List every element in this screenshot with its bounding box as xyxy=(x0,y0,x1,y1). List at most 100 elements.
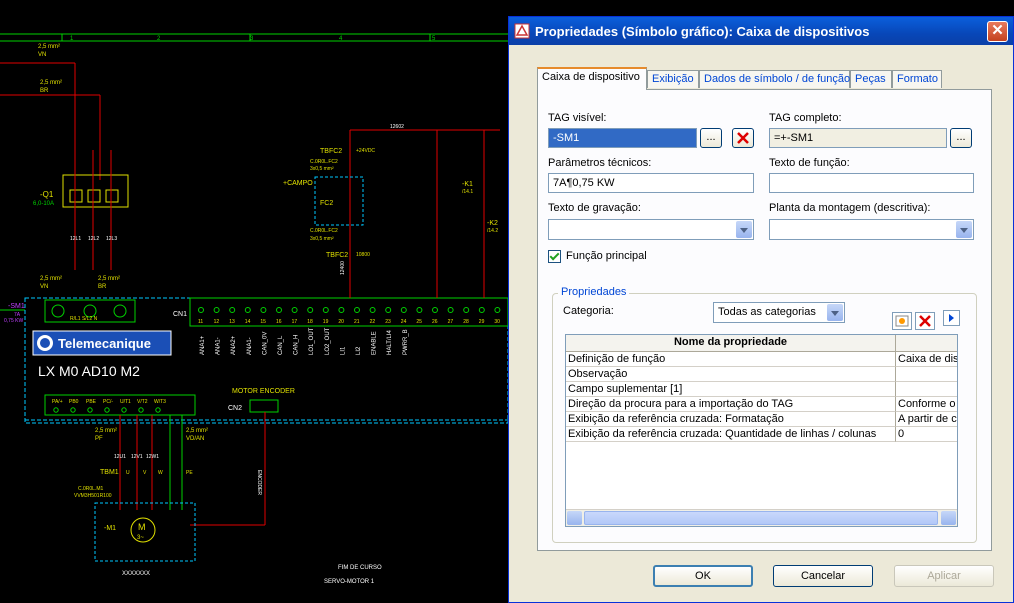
tbfc2-bottom: TBFC2 xyxy=(326,252,348,259)
chevron-down-icon[interactable] xyxy=(736,221,752,238)
chevron-down-icon[interactable] xyxy=(827,304,843,321)
properties-grid[interactable]: Nome da propriedade Definição de função C… xyxy=(565,334,958,527)
scroll-right-icon[interactable] xyxy=(941,511,956,525)
fc2-section: 3x0,5 mm² xyxy=(310,166,334,172)
cn1-pin-18 xyxy=(307,307,314,313)
motor-pin-group: PA/+ PB0 PBE PC/- U/T1 V/T2 W/T3 xyxy=(52,399,166,413)
cn1-signal-label: ANA1- xyxy=(247,337,253,355)
motor-pin xyxy=(70,407,76,413)
fim-line2: SERVO-MOTOR 1 xyxy=(324,579,375,585)
close-button[interactable]: ✕ xyxy=(987,21,1008,42)
motor-pin xyxy=(87,407,93,413)
tag-clear-icon[interactable] xyxy=(732,128,754,148)
tag-visivel-input[interactable]: -SM1 xyxy=(548,128,697,148)
cn1-pin-23 xyxy=(385,307,392,313)
tab-dados-de-simbolo[interactable]: Dados de símbolo / de função xyxy=(699,70,850,88)
cn1-pin-number: 27 xyxy=(448,319,454,325)
texto-funcao-input[interactable] xyxy=(769,173,974,193)
cn1-pin-15 xyxy=(260,307,267,313)
cancel-button[interactable]: Cancelar xyxy=(773,565,873,587)
funcao-principal-checkbox[interactable] xyxy=(548,250,561,263)
grid-cell-value[interactable]: Caixa de disp xyxy=(896,352,957,367)
properties-dialog[interactable]: Propriedades (Símbolo gráfico): Caixa de… xyxy=(508,16,1014,603)
next-arrow-icon[interactable] xyxy=(943,310,960,326)
grid-cell-value[interactable]: 0 xyxy=(896,427,957,442)
cn1-signal-label: LI2 xyxy=(356,346,362,355)
planta-select[interactable] xyxy=(769,219,974,240)
motor-pin xyxy=(104,407,110,413)
grid-cell-name: Definição de função xyxy=(566,352,896,367)
motor-pin xyxy=(53,407,59,413)
sm1-sub2: 0,75 KW xyxy=(4,318,23,324)
table-row[interactable]: Definição de função Caixa de disp xyxy=(566,352,957,367)
grid-cell-value[interactable]: A partir de co xyxy=(896,412,957,427)
vd-wire-gauge: 2,5 mm² xyxy=(186,428,208,434)
categoria-select[interactable]: Todas as categorias xyxy=(713,302,845,323)
parametros-label: Parâmetros técnicos: xyxy=(548,157,652,169)
cn1-pin-11 xyxy=(198,307,204,313)
fc2-tag: FC2 xyxy=(320,200,333,207)
grid-header-name[interactable]: Nome da propriedade xyxy=(566,335,896,352)
wire-bottom-1-color: VN xyxy=(40,284,48,290)
cn1-signal-label: PWRR_B xyxy=(403,329,409,355)
tab-label: Formato xyxy=(897,73,938,85)
cn1-pin-20 xyxy=(338,307,345,313)
dialog-titlebar[interactable]: Propriedades (Símbolo gráfico): Caixa de… xyxy=(509,17,1013,45)
tag-completo-browse-button[interactable]: ... xyxy=(950,128,972,148)
motor-pin-label: PBE xyxy=(86,399,97,405)
tab-caixa-de-dispositivo[interactable]: Caixa de dispositivo xyxy=(537,67,647,90)
table-row[interactable]: Campo suplementar [1] xyxy=(566,382,957,397)
cn1-pin-number: 17 xyxy=(292,319,298,325)
parametros-input[interactable]: 7A¶0,75 KW xyxy=(548,173,754,193)
wire-12602: 12602 xyxy=(390,124,404,130)
motor-pin-label: U/T1 xyxy=(120,399,131,405)
table-row[interactable]: Direção da procura para a importação do … xyxy=(566,397,957,412)
scroll-thumb[interactable] xyxy=(584,511,938,525)
cn1-pin-number: 13 xyxy=(229,319,235,325)
brand-text: Telemecanique xyxy=(58,336,151,351)
cn1-pin-number: 28 xyxy=(463,319,469,325)
pf-wire-color: PF xyxy=(95,436,103,442)
delete-property-icon[interactable] xyxy=(915,312,935,330)
scroll-left-icon[interactable] xyxy=(567,511,582,525)
grid-cell-value[interactable] xyxy=(896,367,957,382)
wire-top-2-color: BR xyxy=(40,88,49,94)
new-property-icon[interactable] xyxy=(892,312,912,330)
tag-visivel-browse-button[interactable]: ... xyxy=(700,128,722,148)
fc2-section2: 3x0,5 mm² xyxy=(310,236,334,242)
table-row[interactable]: Exibição da referência cruzada: Quantida… xyxy=(566,427,957,442)
q1-tag: -Q1 xyxy=(40,190,54,199)
k2-ref: /14.2 xyxy=(487,228,498,234)
table-row[interactable]: Exibição da referência cruzada: Formataç… xyxy=(566,412,957,427)
k1-tag: -K1 xyxy=(462,181,473,188)
tab-panel: TAG visível: -SM1 ... TAG completo: =+-S… xyxy=(537,89,992,551)
cn1-pin-27 xyxy=(447,307,454,313)
grid-cell-value[interactable]: Conforme o a xyxy=(896,397,957,412)
tab-formato[interactable]: Formato xyxy=(892,70,942,88)
horizontal-scrollbar[interactable] xyxy=(566,509,957,526)
cn1-pin-21 xyxy=(354,307,360,313)
cn1-signal-label: ANA1+ xyxy=(200,335,206,355)
pf-wire-gauge: 2,5 mm² xyxy=(95,428,117,434)
grid-cell-name: Exibição da referência cruzada: Formataç… xyxy=(566,412,896,427)
tab-exibicao[interactable]: Exibição xyxy=(647,70,699,88)
tbfc2-bottom-sub: 10800 xyxy=(356,252,370,258)
ok-button[interactable]: OK xyxy=(653,565,753,587)
wire-top-2-gauge: 2,5 mm² xyxy=(40,80,62,86)
q1-range: 6,0-10A xyxy=(33,201,54,207)
cn1-pin-number: 22 xyxy=(370,319,376,325)
q1-wire-2: 12L2 xyxy=(88,236,99,242)
tag-completo-input[interactable]: =+-SM1 xyxy=(769,128,947,148)
wire-bottom-2-color: BR xyxy=(98,284,107,290)
tag-completo-label: TAG completo: xyxy=(769,112,842,124)
grid-cell-value[interactable] xyxy=(896,382,957,397)
texto-gravacao-select[interactable] xyxy=(548,219,754,240)
cn1-pin-22 xyxy=(369,307,376,313)
chevron-down-icon[interactable] xyxy=(956,221,972,238)
cn1-pin-number: 23 xyxy=(385,319,391,325)
apply-button[interactable]: Aplicar xyxy=(894,565,994,587)
grid-header-value[interactable] xyxy=(896,335,957,352)
table-row[interactable]: Observação xyxy=(566,367,957,382)
tab-pecas[interactable]: Peças xyxy=(850,70,892,88)
funcao-principal-label: Função principal xyxy=(566,250,647,262)
